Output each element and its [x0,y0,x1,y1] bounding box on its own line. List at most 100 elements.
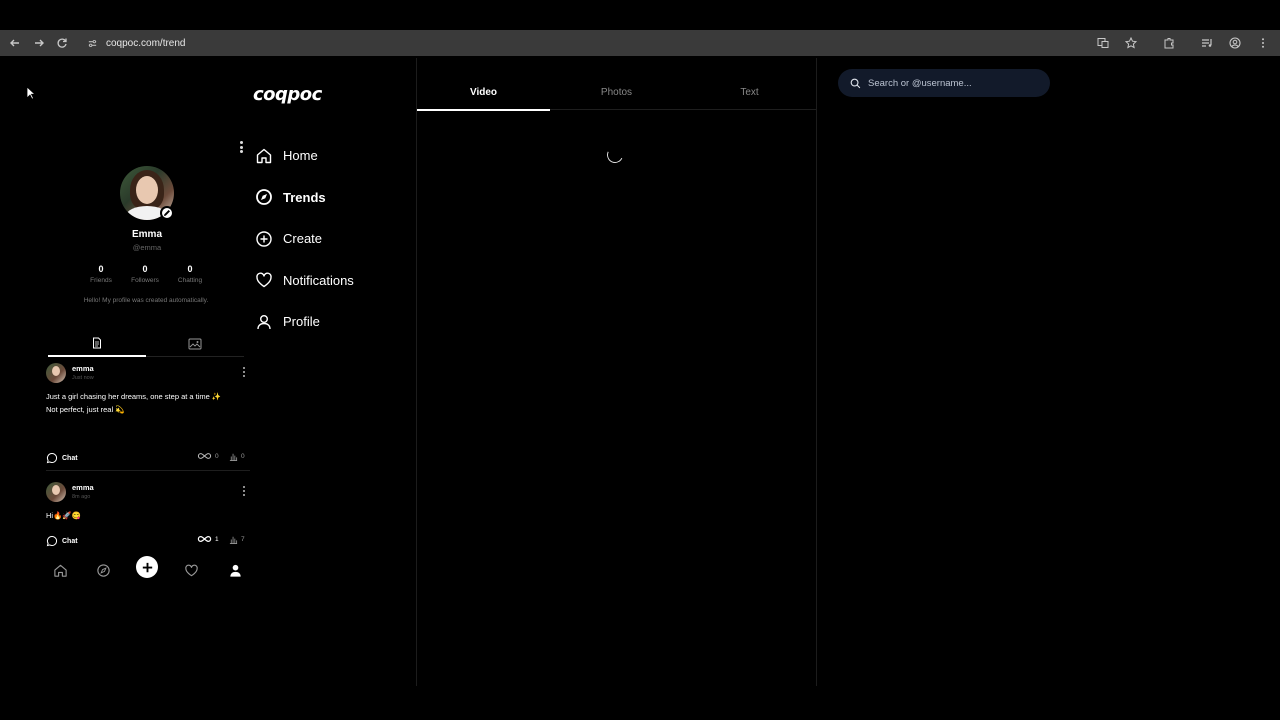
browser-menu-button[interactable] [1252,33,1274,53]
mini-nav-trends[interactable] [93,560,113,580]
heart-icon [254,270,274,290]
views-count[interactable]: 7 [229,535,245,544]
nav-item-label: Create [283,231,323,247]
links-value: 1 [215,535,219,543]
stat-friends[interactable]: 0 Friends [81,264,121,284]
post-card[interactable]: emma 8m ago Hi🔥🚀😋 Chat 1 7 [46,482,250,552]
star-icon [1125,37,1137,49]
links-count[interactable]: 1 [197,535,219,543]
tab-text[interactable]: Text [683,74,816,110]
media-button[interactable] [1196,33,1218,53]
user-icon [229,564,241,577]
profile-tabs [48,331,244,357]
tab-posts[interactable] [48,331,146,357]
nav-item-label: Trends [283,189,326,205]
nav-item-create[interactable]: Create [254,218,354,260]
stat-chatting[interactable]: 0 Chatting [170,264,210,284]
tab-photos[interactable] [146,331,244,357]
feed-tabs: Video Photos Text [417,74,816,111]
app-logo[interactable]: coqpoc [253,84,322,105]
nav-item-profile[interactable]: Profile [254,301,354,343]
post-menu-button[interactable] [242,486,246,496]
document-icon [93,337,101,349]
browser-tabstrip [0,0,1280,30]
mini-nav-home[interactable] [50,560,70,580]
translate-icon [1097,38,1109,48]
home-icon [53,564,67,577]
nav-item-label: Home [283,148,318,164]
address-bar[interactable]: coqpoc.com/trend [80,33,1140,53]
stat-value: 0 [142,264,148,274]
tab-photos[interactable]: Photos [550,74,683,110]
plus-icon [142,562,152,572]
infinity-icon [197,536,212,542]
mobile-bottom-nav [48,556,248,582]
post-text-line: Just a girl chasing her dreams, one step… [46,392,222,401]
mini-nav-profile[interactable] [225,560,245,580]
post-avatar[interactable] [46,482,66,502]
forward-button[interactable] [27,31,51,55]
reload-button[interactable] [50,31,74,55]
infinity-icon [197,453,212,459]
plus-circle-icon [254,229,274,249]
nav-item-label: Profile [283,314,320,330]
post-time: 8m ago [72,494,91,500]
edit-avatar-button[interactable] [160,206,174,220]
post-text-line: Not perfect, just real 💫 [46,404,125,414]
extensions-button[interactable] [1158,33,1180,53]
nav-item-label: Notifications [283,272,354,288]
post-author[interactable]: emma [72,483,94,492]
post-footer: Chat 0 0 [46,452,250,466]
views-count[interactable]: 0 [229,452,245,461]
profile-name: Emma [131,229,162,240]
profile-handle: @emma [132,243,162,252]
reload-icon [57,38,67,48]
browser-toolbar: coqpoc.com/trend [0,30,1280,56]
back-button[interactable] [3,31,27,55]
stat-value: 0 [98,264,104,274]
mini-nav-notifications[interactable] [181,560,201,580]
links-value: 0 [215,452,219,460]
nav-item-trends[interactable]: Trends [254,177,354,219]
mini-nav-create[interactable] [136,556,158,578]
nav-item-home[interactable]: Home [254,135,354,177]
main-nav: Home Trends Create Notifications Profile [254,135,354,343]
compass-icon [254,187,274,207]
links-count[interactable]: 0 [197,452,219,460]
post-text-line: Hi🔥🚀😋 [46,511,82,520]
nav-item-notifications[interactable]: Notifications [254,260,354,302]
profile-bio: Hello! My profile was created automatica… [83,297,209,304]
bar-chart-icon [229,453,238,461]
chat-label: Chat [62,537,78,545]
post-card[interactable]: emma Just now Just a girl chasing her dr… [46,363,250,468]
account-button[interactable] [1224,33,1246,53]
compass-icon [96,563,110,577]
chat-bubble-icon [46,452,58,464]
search-icon [850,78,861,88]
translate-button[interactable] [1092,33,1114,53]
vertical-dots-icon [1262,38,1264,48]
user-icon [254,312,274,332]
more-options-button[interactable] [236,139,246,155]
arrow-right-icon [35,39,44,47]
post-divider [46,470,250,471]
post-author[interactable]: emma [72,364,94,373]
account-circle-icon [1229,37,1241,49]
tab-video[interactable]: Video [417,74,550,111]
post-avatar[interactable] [46,363,66,383]
site-settings-icon[interactable] [84,35,100,51]
search-input[interactable] [868,77,1028,89]
chat-button[interactable]: Chat [46,535,78,547]
bar-chart-icon [229,536,238,544]
post-time: Just now [72,375,94,381]
chat-button[interactable]: Chat [46,452,78,464]
search-bar[interactable] [838,69,1050,97]
post-text: Just a girl chasing her dreams, one step… [46,391,246,416]
arrow-left-icon [10,39,19,47]
post-menu-button[interactable] [242,367,246,377]
stat-followers[interactable]: 0 Followers [125,264,165,284]
playlist-icon [1202,39,1212,47]
bookmark-button[interactable] [1120,33,1142,53]
views-value: 0 [241,453,245,460]
stat-label: Followers [131,277,159,284]
